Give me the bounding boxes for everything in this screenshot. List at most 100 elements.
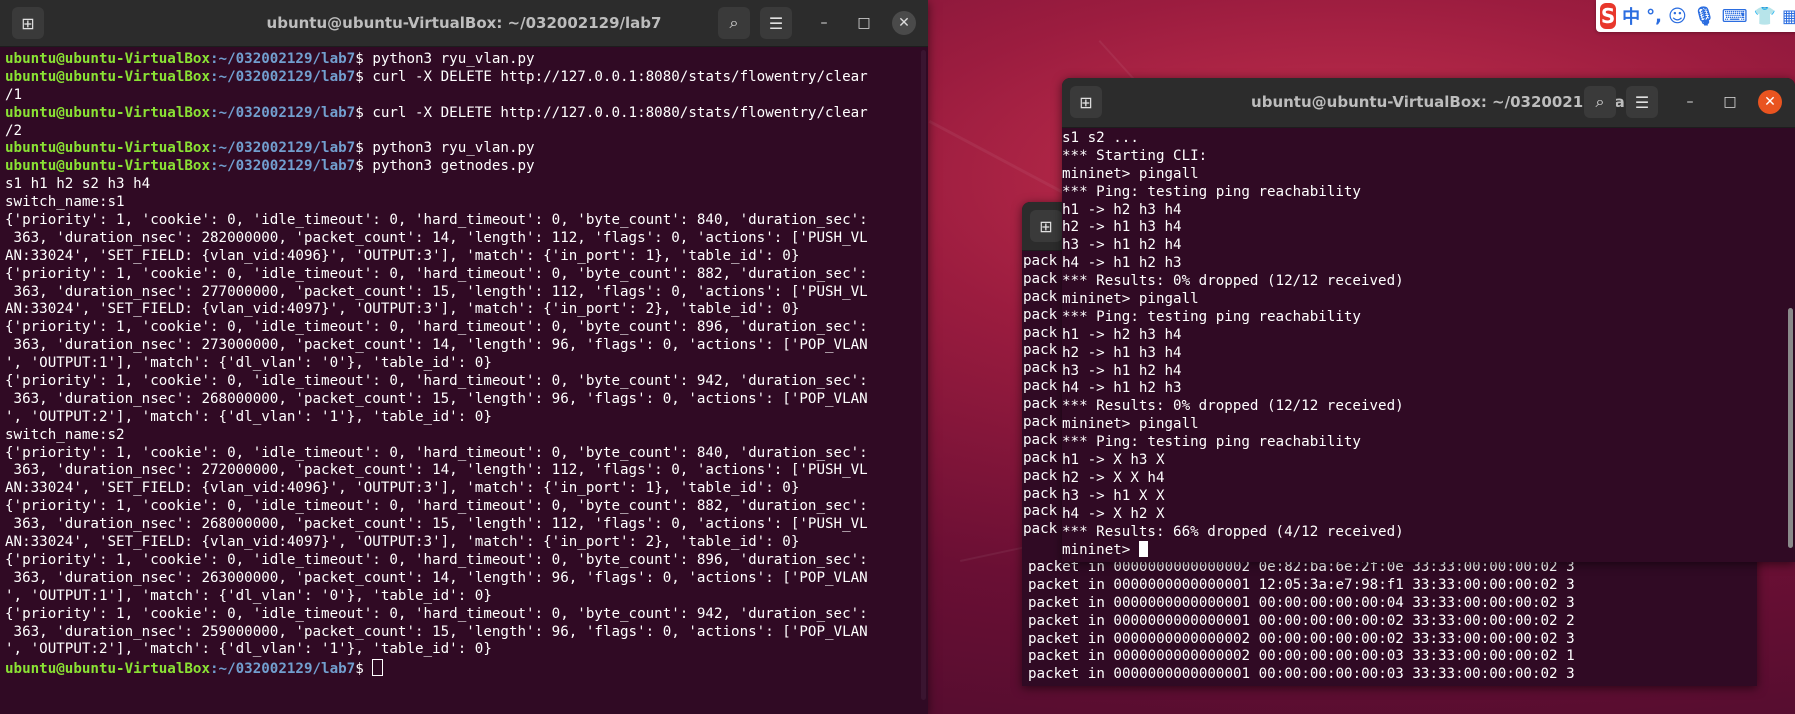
output-text: 363, 'duration_nsec': 277000000, 'packet… <box>5 283 868 300</box>
terminal-line: 363, 'duration_nsec': 282000000, 'packet… <box>5 230 928 248</box>
terminal-output[interactable]: s1 s2 ... *** Starting CLI: mininet> pinga… <box>1062 128 1795 559</box>
keyboard-icon[interactable]: ⌨ <box>1722 6 1748 27</box>
command-text: python3 getnodes.py <box>372 158 535 175</box>
new-tab-button[interactable]: ⊞ <box>1030 210 1062 242</box>
terminal-line: {'priority': 1, 'cookie': 0, 'idle_timeo… <box>5 266 928 284</box>
terminal-window-left[interactable]: ⊞ ubuntu@ubuntu-VirtualBox: ~/032002129/… <box>0 0 928 714</box>
output-text: switch_name:s2 <box>5 426 125 443</box>
close-button[interactable]: ✕ <box>892 11 916 35</box>
prompt-symbol: $ <box>355 661 373 678</box>
terminal-line: 363, 'duration_nsec': 263000000, 'packet… <box>5 570 928 588</box>
search-button[interactable]: ⌕ <box>1584 86 1616 118</box>
terminal-line: s1 s2 ... <box>1062 130 1139 146</box>
output-text: AN:33024', 'SET_FIELD: {vlan_vid:4096}',… <box>5 480 800 497</box>
text-cursor <box>372 659 384 677</box>
smile-icon[interactable]: ☺ <box>1668 6 1687 27</box>
titlebar[interactable]: ⊞ ubuntu@ubuntu-VirtualBox: ~/032002129/… <box>0 0 928 47</box>
new-tab-icon: ⊞ <box>1079 92 1093 112</box>
prompt-user: ubuntu@ubuntu-VirtualBox <box>5 68 210 85</box>
terminal-line: h1 -> h2 h3 h4 <box>1062 201 1182 218</box>
minimize-button[interactable]: – <box>1678 90 1702 114</box>
output-text: /1 <box>5 86 23 103</box>
output-text: 363, 'duration_nsec': 282000000, 'packet… <box>5 229 868 246</box>
titlebar[interactable]: ⊞ ubuntu@ubuntu-VirtualBox: ~/032002129/… <box>1062 78 1795 128</box>
menu-button[interactable]: ☰ <box>1626 86 1658 118</box>
terminal-line: packet in 0000000000000002 00:00:00:00:0… <box>1028 648 1575 665</box>
sogou-logo-icon[interactable]: S <box>1600 3 1617 29</box>
output-text: AN:33024', 'SET_FIELD: {vlan_vid:4096}',… <box>5 247 800 264</box>
terminal-line: 363, 'duration_nsec': 272000000, 'packet… <box>5 462 928 480</box>
terminal-line: ', 'OUTPUT:2'], 'match': {'dl_vlan': '1'… <box>5 641 928 659</box>
terminal-line: *** Results: 0% dropped (12/12 received) <box>1062 273 1404 290</box>
hamburger-icon: ☰ <box>1634 92 1650 112</box>
output-text: {'priority': 1, 'cookie': 0, 'idle_timeo… <box>5 373 868 390</box>
minimize-button[interactable]: – <box>812 11 836 35</box>
terminal-line: ubuntu@ubuntu-VirtualBox:~/032002129/lab… <box>5 105 928 123</box>
scrollbar[interactable] <box>921 50 926 700</box>
terminal-line: AN:33024', 'SET_FIELD: {vlan_vid:4097}',… <box>5 301 928 319</box>
prompt-user: ubuntu@ubuntu-VirtualBox <box>5 140 210 157</box>
terminal-line: mininet> pingall <box>1062 165 1199 182</box>
terminal-line: {'priority': 1, 'cookie': 0, 'idle_timeo… <box>5 212 928 230</box>
terminal-line: h2 -> X X h4 <box>1062 469 1165 486</box>
command-text: python3 ryu_vlan.py <box>372 140 535 157</box>
output-text: AN:33024', 'SET_FIELD: {vlan_vid:4097}',… <box>5 534 800 551</box>
maximize-button[interactable]: □ <box>852 11 876 35</box>
terminal-line: packet in 0000000000000001 00:00:00:00:0… <box>1028 594 1575 611</box>
output-text: ', 'OUTPUT:2'], 'match': {'dl_vlan': '1'… <box>5 408 492 425</box>
terminal-line: 363, 'duration_nsec': 259000000, 'packet… <box>5 624 928 642</box>
prompt-symbol: $ <box>355 158 373 175</box>
grid-icon[interactable]: ▦ <box>1782 6 1795 27</box>
terminal-output[interactable]: ubuntu@ubuntu-VirtualBox:~/032002129/lab… <box>0 47 928 677</box>
terminal-line: ', 'OUTPUT:1'], 'match': {'dl_vlan': '0'… <box>5 355 928 373</box>
mic-icon[interactable]: 🎙 <box>1693 6 1716 27</box>
terminal-line: ubuntu@ubuntu-VirtualBox:~/032002129/lab… <box>5 659 928 677</box>
terminal-line: mininet> pingall <box>1062 416 1199 433</box>
close-button[interactable]: ✕ <box>1758 90 1782 114</box>
ime-punct-toggle[interactable]: °, <box>1646 6 1662 27</box>
search-button[interactable]: ⌕ <box>718 7 750 39</box>
prompt-symbol: $ <box>355 51 373 67</box>
terminal-line: *** Results: 66% dropped (4/12 received) <box>1062 523 1404 540</box>
new-tab-button[interactable]: ⊞ <box>12 7 44 39</box>
terminal-line: /1 <box>5 87 928 105</box>
search-icon: ⌕ <box>1595 92 1605 111</box>
text-cursor <box>1138 541 1148 558</box>
terminal-line: h2 -> h1 h3 h4 <box>1062 219 1182 236</box>
terminal-line: ', 'OUTPUT:1'], 'match': {'dl_vlan': '0'… <box>5 588 928 606</box>
terminal-window-right[interactable]: ⊞ ubuntu@ubuntu-VirtualBox: ~/032002129/… <box>1062 78 1795 562</box>
new-tab-button[interactable]: ⊞ <box>1070 86 1102 118</box>
prompt-path: :~/032002129/lab7 <box>210 661 356 678</box>
command-text: python3 ryu_vlan.py <box>372 51 535 67</box>
output-text: s1 h1 h2 s2 h3 h4 <box>5 176 151 193</box>
terminal-line: *** Starting CLI: <box>1062 147 1208 164</box>
output-text: switch_name:s1 <box>5 194 125 211</box>
terminal-line: {'priority': 1, 'cookie': 0, 'idle_timeo… <box>5 319 928 337</box>
terminal-line: /2 <box>5 123 928 141</box>
prompt-user: ubuntu@ubuntu-VirtualBox <box>5 158 210 175</box>
terminal-line: {'priority': 1, 'cookie': 0, 'idle_timeo… <box>5 552 928 570</box>
output-text: {'priority': 1, 'cookie': 0, 'idle_timeo… <box>5 605 868 622</box>
terminal-line: 363, 'duration_nsec': 277000000, 'packet… <box>5 284 928 302</box>
prompt-path: :~/032002129/lab7 <box>210 51 356 67</box>
terminal-line: ', 'OUTPUT:2'], 'match': {'dl_vlan': '1'… <box>5 409 928 427</box>
search-icon: ⌕ <box>729 13 739 32</box>
prompt-path: :~/032002129/lab7 <box>210 68 356 85</box>
terminal-line: *** Ping: testing ping reachability <box>1062 183 1361 200</box>
scrollbar[interactable] <box>1788 308 1793 548</box>
output-text: {'priority': 1, 'cookie': 0, 'idle_timeo… <box>5 212 868 229</box>
output-text: {'priority': 1, 'cookie': 0, 'idle_timeo… <box>5 444 868 461</box>
output-text: 363, 'duration_nsec': 268000000, 'packet… <box>5 390 868 407</box>
command-text: curl -X DELETE http://127.0.0.1:8080/sta… <box>372 68 868 85</box>
output-text: 363, 'duration_nsec': 268000000, 'packet… <box>5 516 868 533</box>
terminal-output[interactable]: packet in 0000000000000002 0e:82:ba:6e:2… <box>1023 559 1575 684</box>
skin-icon[interactable]: 👕 <box>1754 6 1776 27</box>
ime-mode-toggle[interactable]: 中 <box>1622 3 1640 29</box>
terminal-line: AN:33024', 'SET_FIELD: {vlan_vid:4097}',… <box>5 534 928 552</box>
terminal-line: h1 -> X h3 X <box>1062 452 1165 469</box>
menu-button[interactable]: ☰ <box>760 7 792 39</box>
hamburger-icon: ☰ <box>768 13 784 33</box>
terminal-line: switch_name:s2 <box>5 427 928 445</box>
terminal-line: AN:33024', 'SET_FIELD: {vlan_vid:4096}',… <box>5 248 928 266</box>
maximize-button[interactable]: □ <box>1718 90 1742 114</box>
